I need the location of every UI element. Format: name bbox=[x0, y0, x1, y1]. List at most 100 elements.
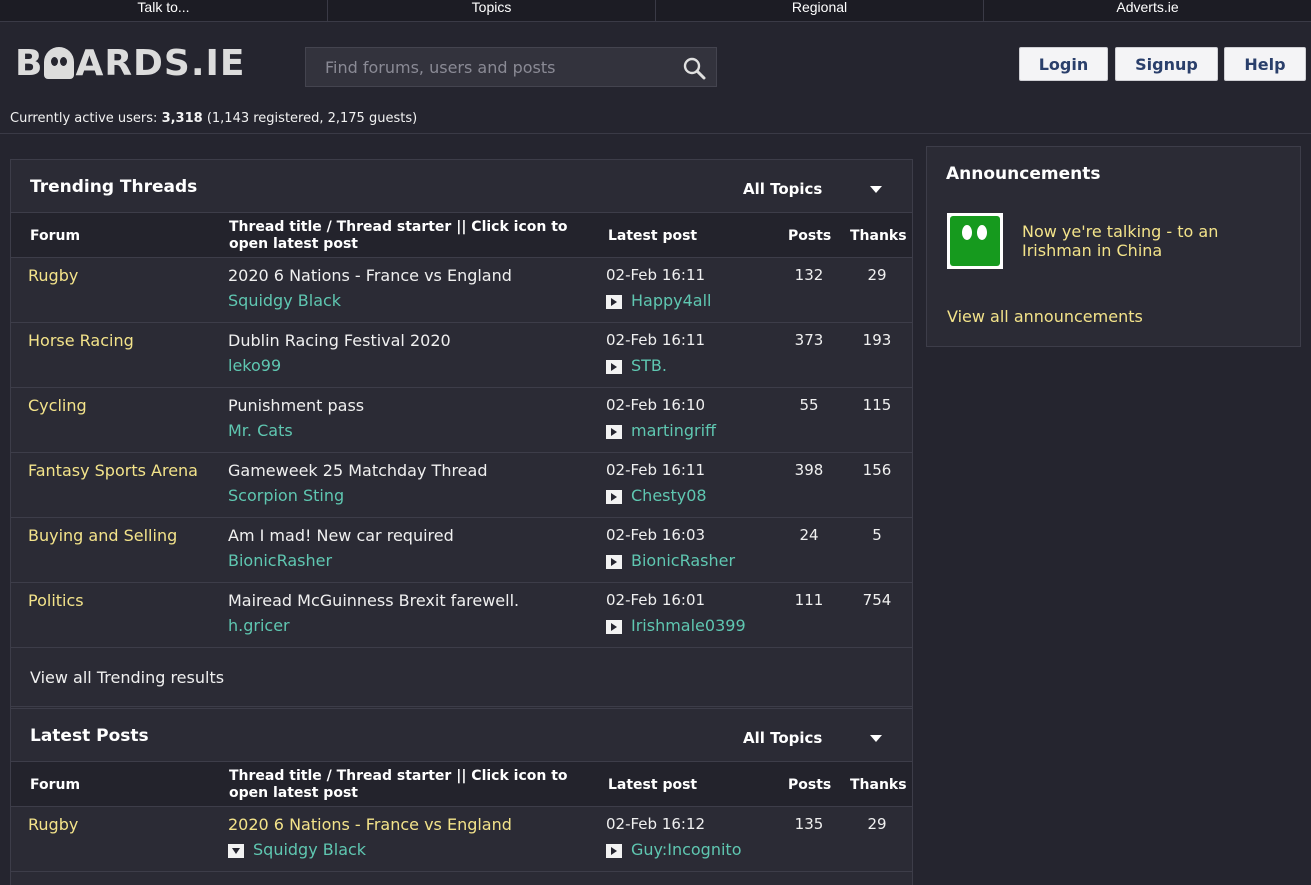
posts-count: 111 bbox=[794, 591, 824, 609]
col-posts: Posts bbox=[788, 228, 832, 244]
forum-link[interactable]: Horse Racing bbox=[28, 331, 208, 350]
thread-title-link[interactable]: Mairead McGuinness Brexit farewell. bbox=[228, 591, 519, 610]
go-to-latest-icon[interactable] bbox=[606, 490, 622, 504]
announcements-title: Announcements bbox=[946, 164, 1101, 184]
latest-post-date: 02-Feb 16:11 bbox=[606, 331, 706, 349]
trending-topic-select[interactable]: All Topics bbox=[743, 180, 893, 200]
help-button[interactable]: Help bbox=[1224, 47, 1306, 81]
signup-button[interactable]: Signup bbox=[1115, 47, 1218, 81]
thread-title-link[interactable]: Punishment pass bbox=[228, 396, 364, 415]
table-row: Rugby 2020 6 Nations - France vs England… bbox=[11, 258, 912, 323]
forum-link[interactable]: Rugby bbox=[28, 815, 208, 834]
latest-poster-link[interactable]: martingriff bbox=[631, 421, 716, 440]
active-users-bar: Currently active users: 3,318 (1,143 reg… bbox=[10, 111, 417, 126]
col-posts: Posts bbox=[788, 777, 832, 793]
latest-post-date: 02-Feb 16:12 bbox=[606, 815, 706, 833]
chevron-down-icon bbox=[870, 186, 882, 193]
boards-ghost-icon bbox=[947, 213, 1003, 269]
announcements-panel: Announcements Now ye're talking - to an … bbox=[926, 146, 1301, 347]
active-users-count: 3,318 bbox=[161, 111, 203, 126]
thread-starter-link[interactable]: Mr. Cats bbox=[228, 421, 293, 440]
nav-talk-to[interactable]: Talk to... bbox=[0, 0, 328, 21]
latest-post-date: 02-Feb 16:03 bbox=[606, 526, 706, 544]
col-forum: Forum bbox=[30, 777, 81, 793]
announcement-link[interactable]: Now ye're talking - to an Irishman in Ch… bbox=[1022, 222, 1262, 260]
table-row: Cycling Punishment pass Mr. Cats 02-Feb … bbox=[11, 388, 912, 453]
latest-posts-panel: Latest Posts All Topics Forum Thread tit… bbox=[10, 709, 913, 885]
latest-poster-link[interactable]: BionicRasher bbox=[631, 551, 735, 570]
forum-link[interactable]: Cycling bbox=[28, 396, 208, 415]
latest-header: Latest Posts All Topics bbox=[11, 709, 912, 762]
trending-title: Trending Threads bbox=[30, 177, 198, 197]
latest-post-date: 02-Feb 16:01 bbox=[606, 591, 706, 609]
latest-post-date: 02-Feb 16:10 bbox=[606, 396, 706, 414]
login-button[interactable]: Login bbox=[1019, 47, 1108, 81]
thread-starter-link[interactable]: Squidgy Black bbox=[253, 840, 366, 859]
thanks-count: 29 bbox=[867, 815, 887, 833]
table-row: Horse Racing Dublin Racing Festival 2020… bbox=[11, 323, 912, 388]
forum-link[interactable]: Fantasy Sports Arena bbox=[28, 461, 208, 480]
thread-title-link[interactable]: Dublin Racing Festival 2020 bbox=[228, 331, 451, 350]
header-divider bbox=[0, 133, 1311, 134]
col-forum: Forum bbox=[30, 228, 81, 244]
go-to-latest-icon[interactable] bbox=[606, 425, 622, 439]
trending-topic-label: All Topics bbox=[743, 180, 823, 198]
latest-poster-link[interactable]: Guy:Incognito bbox=[631, 840, 741, 859]
forum-link[interactable]: Politics bbox=[28, 591, 208, 610]
top-navigation: Talk to... Topics Regional Adverts.ie bbox=[0, 0, 1311, 22]
thread-starter-link[interactable]: BionicRasher bbox=[228, 551, 332, 570]
latest-poster-link[interactable]: Irishmale0399 bbox=[631, 616, 746, 635]
thanks-count: 193 bbox=[862, 331, 892, 349]
go-to-latest-icon[interactable] bbox=[606, 295, 622, 309]
col-latest-post: Latest post bbox=[608, 777, 698, 793]
thanks-count: 115 bbox=[862, 396, 892, 414]
forum-link[interactable]: Buying and Selling bbox=[28, 526, 208, 545]
go-to-latest-icon[interactable] bbox=[606, 555, 622, 569]
expand-down-icon[interactable] bbox=[228, 844, 244, 858]
col-thread: Thread title / Thread starter || Click i… bbox=[229, 768, 568, 801]
col-thread: Thread title / Thread starter || Click i… bbox=[229, 219, 568, 252]
go-to-latest-icon[interactable] bbox=[606, 360, 622, 374]
posts-count: 24 bbox=[799, 526, 819, 544]
active-users-label: Currently active users: bbox=[10, 111, 158, 126]
search-box bbox=[305, 47, 717, 87]
latest-topic-select[interactable]: All Topics bbox=[743, 729, 893, 749]
thread-title-link[interactable]: Am I mad! New car required bbox=[228, 526, 454, 545]
forum-link[interactable]: Rugby bbox=[28, 266, 208, 285]
latest-poster-link[interactable]: STB. bbox=[631, 356, 667, 375]
latest-column-headers: Forum Thread title / Thread starter || C… bbox=[11, 762, 912, 807]
posts-count: 373 bbox=[794, 331, 824, 349]
thread-starter-link[interactable]: Squidgy Black bbox=[228, 291, 341, 310]
view-all-trending: View all Trending results bbox=[11, 648, 912, 707]
search-input[interactable] bbox=[306, 48, 676, 86]
trending-threads-panel: Trending Threads All Topics Forum Thread… bbox=[10, 159, 913, 709]
table-row: Fantasy Sports Arena Gameweek 25 Matchda… bbox=[11, 453, 912, 518]
thread-starter-link[interactable]: Scorpion Sting bbox=[228, 486, 344, 505]
thread-starter-link[interactable]: leko99 bbox=[228, 356, 281, 375]
col-thanks: Thanks bbox=[850, 228, 907, 244]
col-latest-post: Latest post bbox=[608, 228, 698, 244]
thread-starter-link[interactable]: h.gricer bbox=[228, 616, 290, 635]
thread-title-link[interactable]: 2020 6 Nations - France vs England bbox=[228, 815, 512, 834]
col-thanks: Thanks bbox=[850, 777, 907, 793]
thread-title-link[interactable]: Gameweek 25 Matchday Thread bbox=[228, 461, 487, 480]
chevron-down-icon bbox=[870, 735, 882, 742]
search-icon[interactable] bbox=[682, 56, 706, 80]
posts-count: 132 bbox=[794, 266, 824, 284]
trending-header: Trending Threads All Topics bbox=[11, 160, 912, 213]
nav-topics[interactable]: Topics bbox=[328, 0, 656, 21]
nav-regional[interactable]: Regional bbox=[656, 0, 984, 21]
view-all-announcements-link[interactable]: View all announcements bbox=[947, 307, 1143, 326]
table-row: Politics Mairead McGuinness Brexit farew… bbox=[11, 583, 912, 648]
boards-logo[interactable]: B ARDS.IE bbox=[15, 42, 247, 84]
nav-adverts[interactable]: Adverts.ie bbox=[984, 0, 1311, 21]
go-to-latest-icon[interactable] bbox=[606, 844, 622, 858]
latest-poster-link[interactable]: Happy4all bbox=[631, 291, 712, 310]
thread-title-link[interactable]: 2020 6 Nations - France vs England bbox=[228, 266, 512, 285]
latest-poster-link[interactable]: Chesty08 bbox=[631, 486, 707, 505]
active-users-detail: (1,143 registered, 2,175 guests) bbox=[206, 111, 418, 126]
posts-count: 135 bbox=[794, 815, 824, 833]
view-all-trending-link[interactable]: View all Trending results bbox=[30, 668, 224, 687]
trending-column-headers: Forum Thread title / Thread starter || C… bbox=[11, 213, 912, 258]
go-to-latest-icon[interactable] bbox=[606, 620, 622, 634]
